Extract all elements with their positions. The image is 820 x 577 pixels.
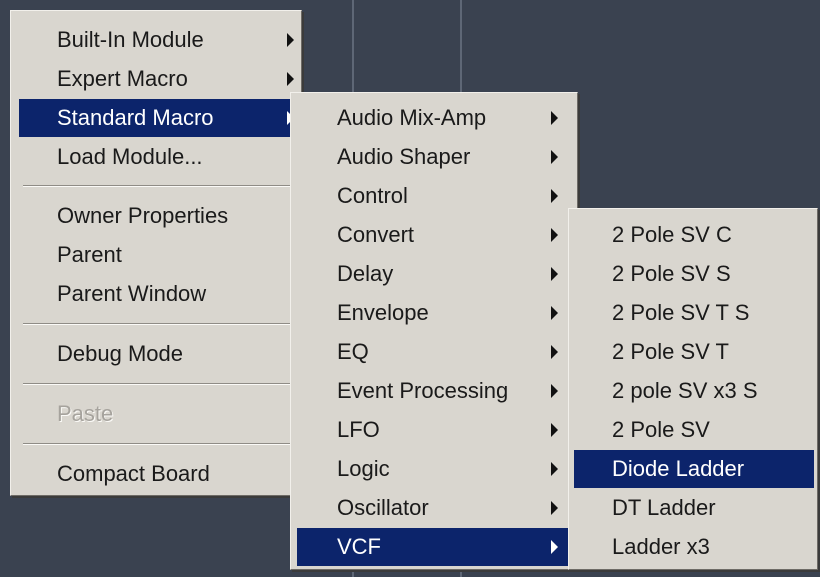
standard-macro-submenu: Audio Mix-Amp Audio Shaper Control Conve… — [290, 92, 578, 570]
menu-item-convert[interactable]: Convert — [297, 216, 571, 254]
submenu-arrow-icon — [551, 501, 558, 515]
submenu-arrow-icon — [287, 72, 294, 86]
menu-item-control[interactable]: Control — [297, 177, 571, 215]
menu-separator — [23, 443, 291, 445]
menu-item-label: Load Module... — [57, 144, 203, 169]
menu-item-envelope[interactable]: Envelope — [297, 294, 571, 332]
submenu-arrow-icon — [551, 306, 558, 320]
menu-item-audio-mix-amp[interactable]: Audio Mix-Amp — [297, 99, 571, 137]
menu-item-label: Expert Macro — [57, 66, 188, 91]
menu-item-label: Paste — [57, 401, 114, 426]
menu-item-eq[interactable]: EQ — [297, 333, 571, 371]
menu-item-delay[interactable]: Delay — [297, 255, 571, 293]
context-menu: Built-In Module Expert Macro Standard Ma… — [10, 10, 302, 496]
menu-item-label: Ladder x3 — [612, 534, 710, 559]
menu-item-2-pole-sv-s[interactable]: 2 Pole SV S — [574, 255, 814, 293]
menu-item-label: Built-In Module — [57, 27, 204, 52]
menu-item-label: LFO — [337, 417, 380, 442]
menu-item-audio-shaper[interactable]: Audio Shaper — [297, 138, 571, 176]
submenu-arrow-icon — [551, 111, 558, 125]
menu-item-label: Envelope — [337, 300, 429, 325]
submenu-arrow-icon — [287, 33, 294, 47]
menu-item-standard-macro[interactable]: Standard Macro — [19, 99, 294, 137]
menu-item-label: Logic — [337, 456, 390, 481]
menu-item-owner-properties[interactable]: Owner Properties — [19, 197, 294, 235]
submenu-arrow-icon — [551, 150, 558, 164]
menu-item-2-pole-sv-t-s[interactable]: 2 Pole SV T S — [574, 294, 814, 332]
menu-item-ladder-x3[interactable]: Ladder x3 — [574, 528, 814, 566]
menu-item-label: 2 Pole SV T — [612, 339, 729, 364]
menu-item-oscillator[interactable]: Oscillator — [297, 489, 571, 527]
menu-item-2-pole-sv-t[interactable]: 2 Pole SV T — [574, 333, 814, 371]
menu-item-label: Diode Ladder — [612, 456, 745, 481]
menu-item-label: Compact Board — [57, 461, 210, 486]
submenu-arrow-icon — [551, 384, 558, 398]
menu-item-vcf[interactable]: VCF — [297, 528, 571, 566]
submenu-arrow-icon — [551, 540, 558, 554]
menu-item-label: Event Processing — [337, 378, 509, 403]
menu-item-event-processing[interactable]: Event Processing — [297, 372, 571, 410]
menu-item-label: Debug Mode — [57, 341, 183, 366]
submenu-arrow-icon — [551, 228, 558, 242]
menu-separator — [23, 383, 291, 385]
menu-item-label: Audio Mix-Amp — [337, 105, 487, 130]
menu-item-diode-ladder[interactable]: Diode Ladder — [574, 450, 814, 488]
menu-item-label: Convert — [337, 222, 415, 247]
menu-item-label: Parent — [57, 242, 122, 267]
menu-item-label: DT Ladder — [612, 495, 716, 520]
menu-item-label: 2 Pole SV C — [612, 222, 732, 247]
submenu-arrow-icon — [551, 423, 558, 437]
menu-item-2-pole-sv[interactable]: 2 Pole SV — [574, 411, 814, 449]
menu-item-label: 2 pole SV x3 S — [612, 378, 758, 403]
menu-separator — [23, 323, 291, 325]
menu-item-parent[interactable]: Parent — [19, 236, 294, 274]
menu-separator — [23, 185, 291, 187]
vcf-submenu: 2 Pole SV C 2 Pole SV S 2 Pole SV T S 2 … — [568, 208, 818, 570]
menu-item-label: EQ — [337, 339, 369, 364]
menu-item-label: 2 Pole SV — [612, 417, 710, 442]
submenu-arrow-icon — [551, 189, 558, 203]
submenu-arrow-icon — [551, 267, 558, 281]
submenu-arrow-icon — [551, 345, 558, 359]
submenu-arrow-icon — [551, 462, 558, 476]
menu-item-parent-window[interactable]: Parent Window — [19, 275, 294, 313]
menu-item-load-module[interactable]: Load Module... — [19, 138, 294, 176]
menu-item-dt-ladder[interactable]: DT Ladder — [574, 489, 814, 527]
menu-item-label: Control — [337, 183, 408, 208]
menu-item-compact-board[interactable]: Compact Board — [19, 455, 294, 493]
menu-item-label: Oscillator — [337, 495, 429, 520]
menu-item-label: VCF — [337, 534, 381, 559]
menu-item-label: Audio Shaper — [337, 144, 471, 169]
menu-item-label: Standard Macro — [57, 105, 214, 130]
menu-item-label: Parent Window — [57, 281, 207, 306]
menu-item-2-pole-sv-x3-s[interactable]: 2 pole SV x3 S — [574, 372, 814, 410]
menu-item-label: Delay — [337, 261, 394, 286]
menu-item-paste: Paste — [19, 395, 294, 433]
menu-item-built-in-module[interactable]: Built-In Module — [19, 21, 294, 59]
menu-item-lfo[interactable]: LFO — [297, 411, 571, 449]
menu-item-label: 2 Pole SV T S — [612, 300, 750, 325]
menu-item-label: Owner Properties — [57, 203, 229, 228]
menu-item-debug-mode[interactable]: Debug Mode — [19, 335, 294, 373]
menu-item-2-pole-sv-c[interactable]: 2 Pole SV C — [574, 216, 814, 254]
menu-item-logic[interactable]: Logic — [297, 450, 571, 488]
menu-item-expert-macro[interactable]: Expert Macro — [19, 60, 294, 98]
menu-item-label: 2 Pole SV S — [612, 261, 731, 286]
